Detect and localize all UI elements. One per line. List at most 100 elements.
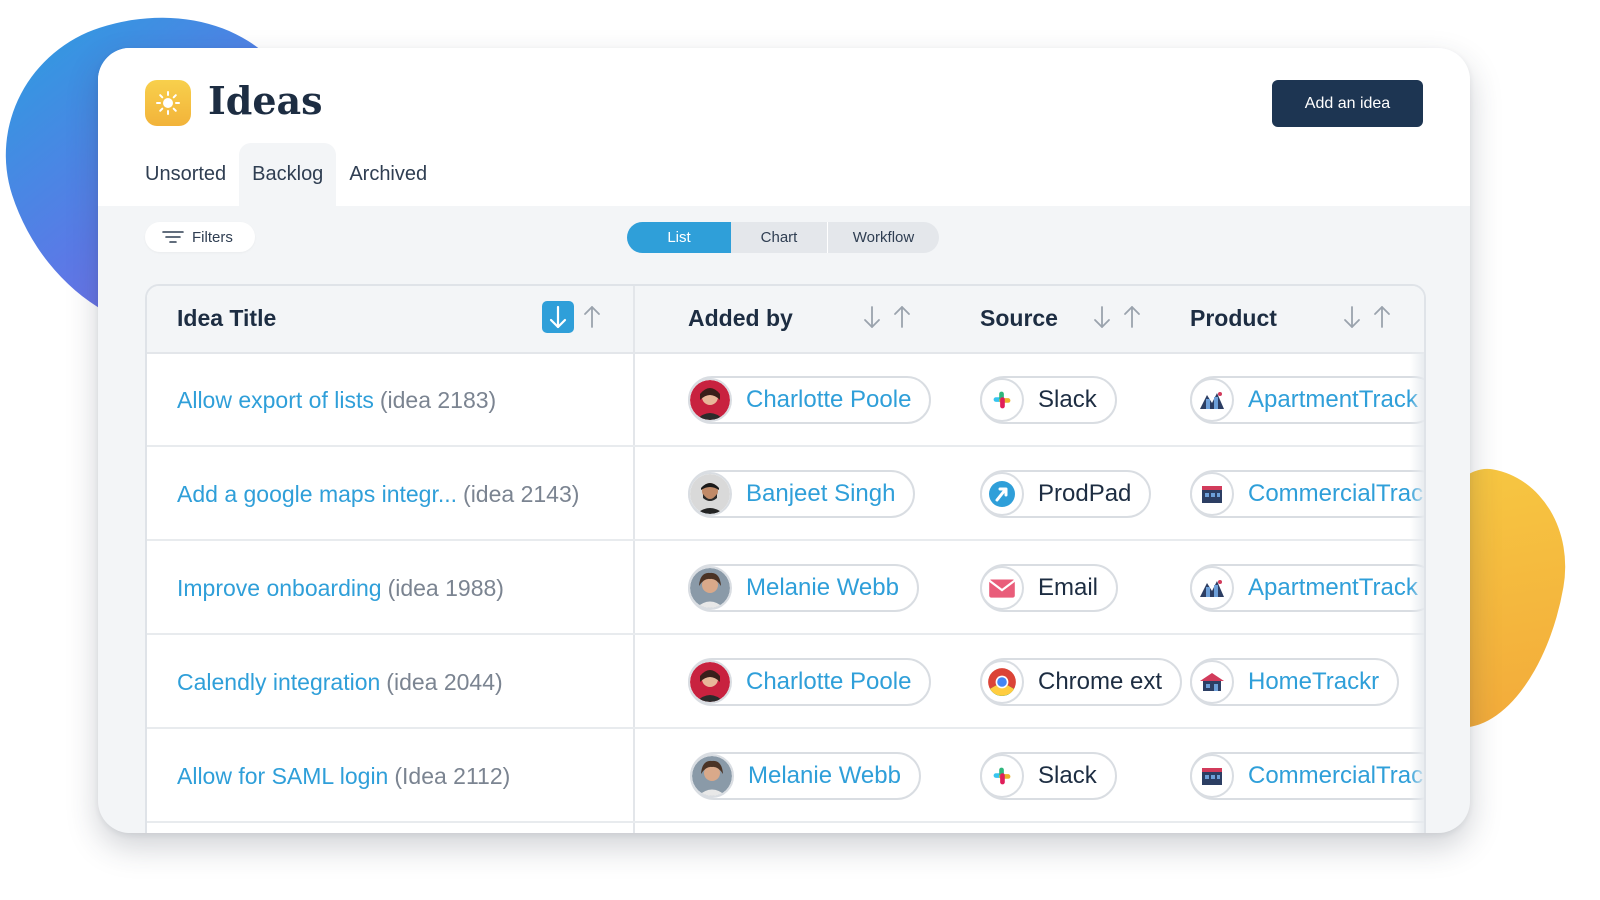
idea-id: (idea 2183)	[379, 387, 497, 413]
melanie-avatar	[688, 566, 732, 610]
idea-title-link[interactable]: Allow export of lists (idea 2183)	[177, 387, 496, 414]
sort-descending-arrow-icon[interactable]	[1090, 300, 1114, 334]
product-name: CommercialTrac	[1248, 480, 1424, 507]
idea-id: (idea 2044)	[386, 669, 503, 695]
sort-ascending-arrow-icon[interactable]	[580, 300, 604, 334]
product-name: HomeTrackr	[1248, 668, 1380, 695]
idea-title-link[interactable]: Improve onboarding (idea 1988)	[177, 575, 504, 602]
idea-title-text: Improve onboarding	[177, 575, 382, 601]
sort-controls-idea-title	[542, 300, 604, 334]
sort-descending-arrow-icon[interactable]	[542, 301, 574, 333]
added-by-name: Melanie Webb	[748, 762, 901, 789]
commercial-track-icon	[1190, 472, 1234, 516]
filter-icon	[162, 231, 184, 243]
view-toggle: List Chart Workflow	[627, 222, 939, 253]
slack-icon	[980, 754, 1024, 798]
source-chip[interactable]: ProdPad	[980, 470, 1152, 518]
sort-controls-product	[1340, 300, 1394, 334]
commercial-track-icon	[1190, 754, 1234, 798]
sort-controls-source	[1090, 300, 1144, 334]
sort-ascending-arrow-icon[interactable]	[1370, 300, 1394, 334]
added-by-name: Melanie Webb	[746, 574, 899, 601]
idea-title-link[interactable]: Allow for SAML login (Idea 2112)	[177, 763, 510, 790]
product-name: ApartmentTrack	[1248, 574, 1418, 601]
filters-button[interactable]: Filters	[145, 222, 255, 252]
add-idea-button[interactable]: Add an idea	[1272, 80, 1423, 127]
idea-title-text: Allow for SAML login	[177, 763, 389, 789]
added-by-chip[interactable]: Melanie Webb	[688, 564, 919, 612]
email-icon	[980, 566, 1024, 610]
added-by-name: Charlotte Poole	[746, 668, 912, 695]
table-row[interactable]: Calendly integration (idea 2044) Charlott…	[147, 634, 1424, 729]
added-by-chip[interactable]: Banjeet Singh	[688, 470, 916, 518]
table-row[interactable]: Allow export of lists (idea 2183) Charlot…	[147, 352, 1424, 447]
prodpad-icon	[980, 472, 1024, 516]
sort-ascending-arrow-icon[interactable]	[1120, 300, 1144, 334]
source-chip[interactable]: Slack	[980, 752, 1117, 800]
source-chip[interactable]: Slack	[980, 376, 1117, 424]
page-header: Ideas Add an idea Unsorted Backlog Archi…	[98, 48, 1470, 206]
product-chip[interactable]: CommercialTrac	[1190, 752, 1424, 800]
tab-bar: Unsorted Backlog Archived	[132, 143, 440, 206]
table-header: Idea Title Added by Source Product	[147, 286, 1424, 354]
source-chip[interactable]: Email	[980, 564, 1119, 612]
column-header-product[interactable]: Product	[1190, 305, 1277, 332]
source-name: Slack	[1038, 762, 1097, 789]
banjeet-avatar	[688, 472, 732, 516]
lightbulb-icon	[145, 80, 191, 126]
table-row[interactable]: Add a google maps integr... (idea 2143) B…	[147, 446, 1424, 541]
scroll-fade-edge	[1410, 352, 1424, 833]
column-header-idea-title[interactable]: Idea Title	[177, 305, 276, 332]
column-header-source[interactable]: Source	[980, 305, 1058, 332]
column-header-added-by[interactable]: Added by	[688, 305, 793, 332]
view-chart-button[interactable]: Chart	[731, 222, 828, 253]
product-chip[interactable]: CommercialTrac	[1190, 470, 1424, 518]
apartment-track-icon	[1190, 566, 1234, 610]
charlotte-avatar	[688, 660, 732, 704]
added-by-chip[interactable]: Melanie Webb	[690, 752, 921, 800]
added-by-chip[interactable]: Charlotte Poole	[688, 376, 932, 424]
idea-title-text: Calendly integration	[177, 669, 381, 695]
product-name: ApartmentTrack	[1248, 386, 1418, 413]
source-name: Slack	[1038, 386, 1097, 413]
tab-archived[interactable]: Archived	[336, 143, 440, 206]
melanie-avatar	[690, 754, 734, 798]
added-by-chip[interactable]: Charlotte Poole	[688, 658, 932, 706]
idea-id: (idea 2143)	[463, 481, 580, 507]
apartment-track-icon	[1190, 378, 1234, 422]
ideas-table: Idea Title Added by Source Product Allow…	[145, 284, 1426, 833]
product-chip[interactable]: ApartmentTrack	[1190, 564, 1424, 612]
added-by-name: Banjeet Singh	[746, 480, 896, 507]
added-by-name: Charlotte Poole	[746, 386, 912, 413]
product-chip[interactable]: HomeTrackr	[1190, 658, 1400, 706]
tab-backlog[interactable]: Backlog	[239, 143, 337, 206]
view-workflow-button[interactable]: Workflow	[828, 222, 939, 253]
table-row[interactable]: Allow for SAML login (Idea 2112) Melanie …	[147, 728, 1424, 823]
product-name: CommercialTrac	[1248, 762, 1424, 789]
idea-title-text: Allow export of lists	[177, 387, 374, 413]
idea-title-link[interactable]: Calendly integration (idea 2044)	[177, 669, 503, 696]
page-title: Ideas	[208, 78, 323, 123]
idea-title-link[interactable]: Add a google maps integr... (idea 2143)	[177, 481, 579, 508]
slack-icon	[980, 378, 1024, 422]
filters-label: Filters	[192, 228, 233, 246]
product-chip[interactable]: ApartmentTrack	[1190, 376, 1424, 424]
chrome-icon	[980, 660, 1024, 704]
idea-id: (Idea 2112)	[394, 763, 511, 789]
idea-id: (idea 1988)	[387, 575, 504, 601]
table-row[interactable]: Improve onboarding (idea 1988) Melanie We…	[147, 540, 1424, 635]
sort-descending-arrow-icon[interactable]	[860, 300, 884, 334]
home-trackr-icon	[1190, 660, 1234, 704]
view-list-button[interactable]: List	[627, 222, 731, 253]
source-name: Chrome ext	[1038, 668, 1163, 695]
charlotte-avatar	[688, 378, 732, 422]
idea-title-text: Add a google maps integr...	[177, 481, 458, 507]
source-name: Email	[1038, 574, 1099, 601]
source-chip[interactable]: Chrome ext	[980, 658, 1183, 706]
sort-descending-arrow-icon[interactable]	[1340, 300, 1364, 334]
sort-ascending-arrow-icon[interactable]	[890, 300, 914, 334]
source-name: ProdPad	[1038, 480, 1132, 507]
ideas-window: Ideas Add an idea Unsorted Backlog Archi…	[98, 48, 1470, 833]
sort-controls-added-by	[860, 300, 914, 334]
tab-unsorted[interactable]: Unsorted	[132, 143, 239, 206]
